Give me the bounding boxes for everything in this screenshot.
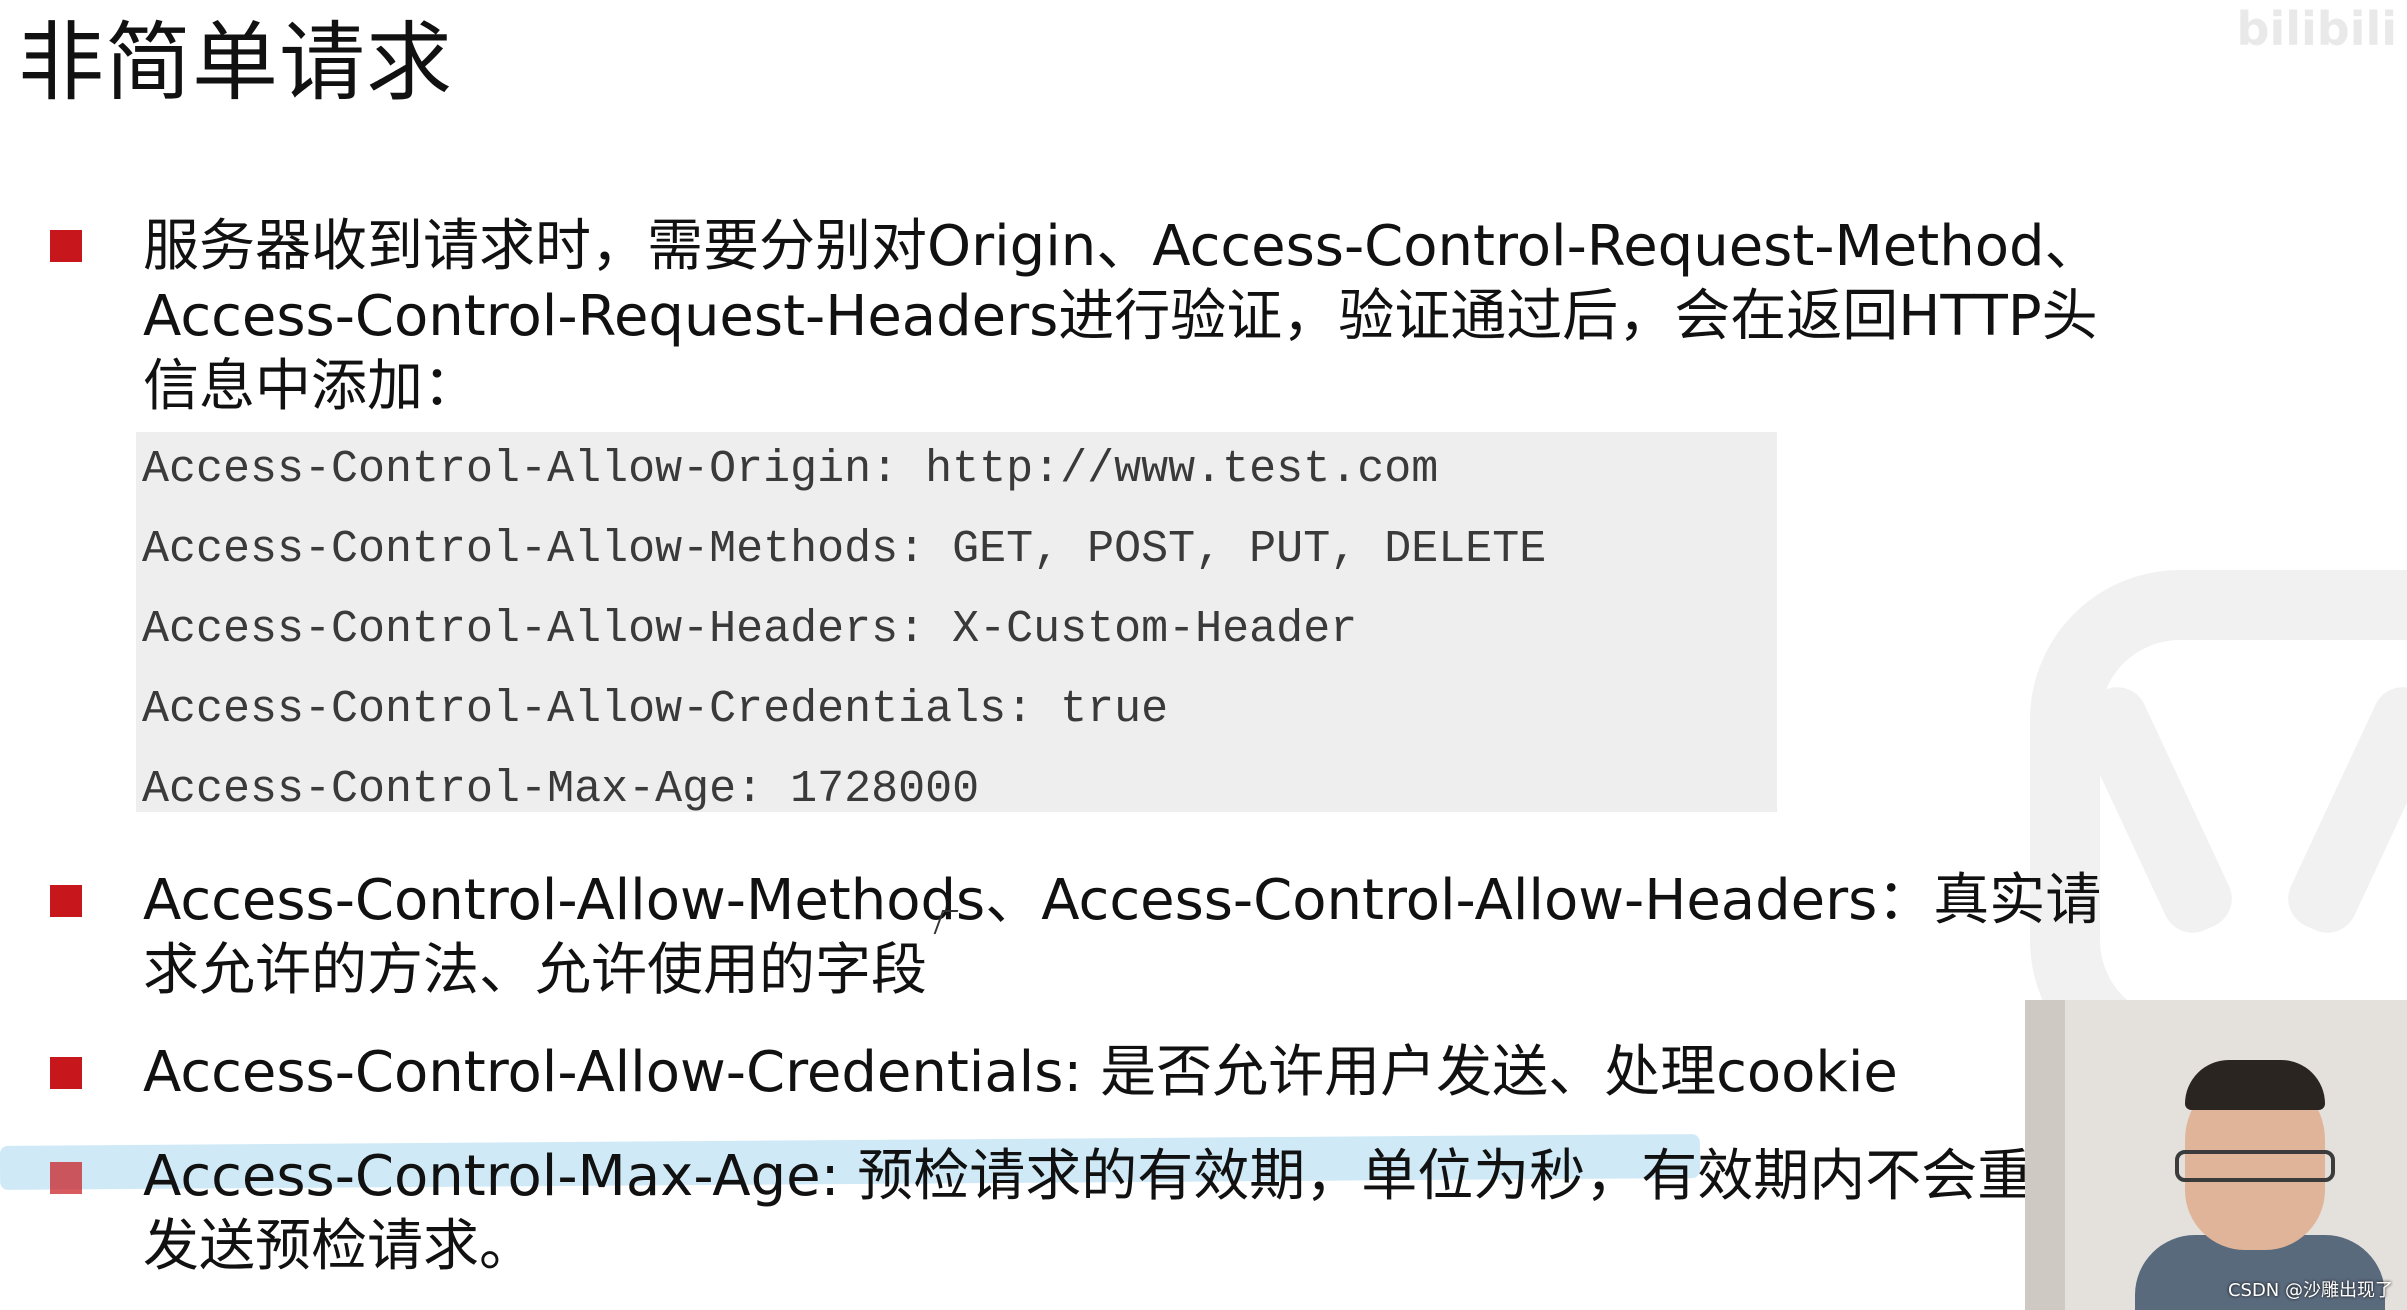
bullet-4-line-2: 发送预检请求。 [143, 1214, 535, 1279]
bilibili-watermark-icon: bilibili [2236, 2, 2397, 56]
webcam-shelf [2025, 1000, 2065, 1310]
bullet-1-line-3: 信息中添加： [143, 354, 479, 419]
bullet-4-line-1: Access-Control-Max-Age: 预检请求的有效期，单位为秒，有效… [143, 1144, 2034, 1209]
webcam-caption: CSDN @沙雕出现了 [2227, 1280, 2393, 1301]
bullet-1-line-1: 服务器收到请求时，需要分别对Origin、Access-Control-Requ… [143, 214, 2101, 279]
code-line: Access-Control-Max-Age: 1728000 [142, 764, 980, 815]
code-line: Access-Control-Allow-Origin: http://www.… [142, 444, 1439, 495]
code-line: Access-Control-Allow-Headers: X-Custom-H… [142, 604, 1358, 655]
bullet-2-line-1: Access-Control-Allow-Methods、Access-Cont… [143, 868, 2102, 933]
red-square-bullet-icon [50, 1057, 82, 1089]
presenter-glasses [2175, 1150, 2335, 1182]
bullet-2-line-2: 求允许的方法、允许使用的字段 [143, 938, 927, 1003]
code-block: Access-Control-Allow-Origin: http://www.… [136, 432, 1777, 815]
code-line: Access-Control-Allow-Credentials: true [142, 684, 1169, 735]
slide-page: bilibili 非简单请求 服务器收到请求时，需要分别对Origin、Acce… [0, 0, 2407, 1310]
bullet-1-line-2: Access-Control-Request-Headers进行验证，验证通过后… [143, 284, 2098, 349]
webcam-overlay: CSDN @沙雕出现了 [2025, 1000, 2407, 1310]
bullet-3-line-1: Access-Control-Allow-Credentials: 是否允许用户… [143, 1040, 1898, 1105]
red-square-bullet-icon [50, 230, 82, 262]
page-title: 非简单请求 [18, 13, 453, 113]
presenter-hair [2185, 1060, 2325, 1110]
red-square-bullet-icon [50, 1162, 82, 1194]
red-square-bullet-icon [50, 885, 82, 917]
code-line: Access-Control-Allow-Methods: GET, POST,… [142, 524, 1547, 575]
